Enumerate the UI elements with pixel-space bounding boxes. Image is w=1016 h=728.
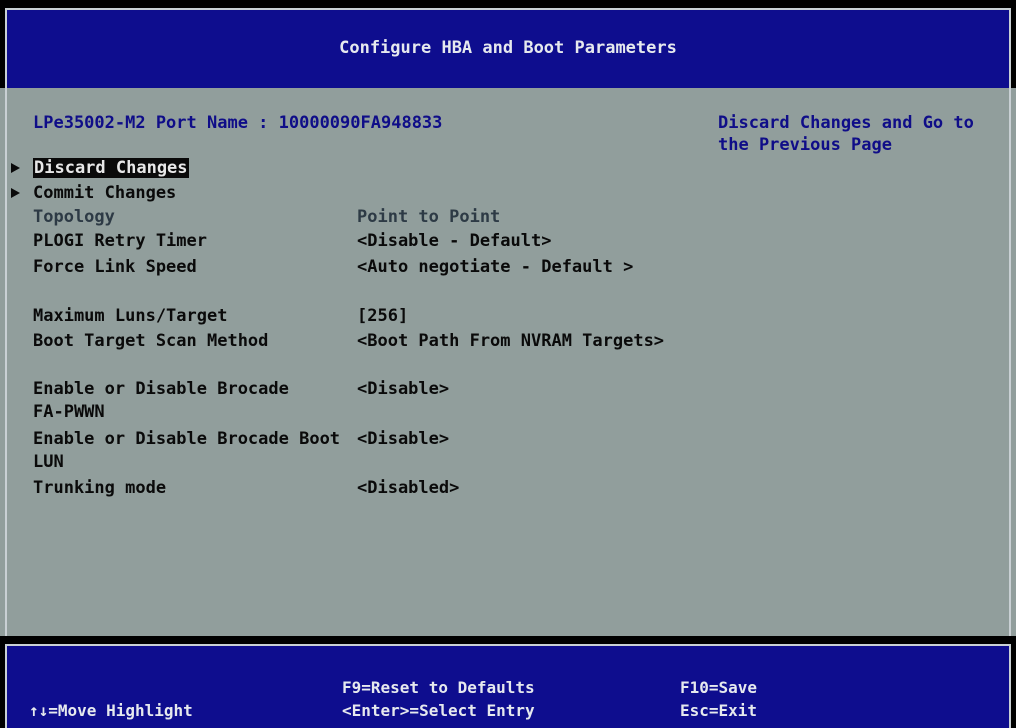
footer: ↑↓=Move Highlight F9=Reset to Defaults <… bbox=[0, 636, 1016, 728]
maximum-luns-input[interactable]: [256] bbox=[357, 305, 408, 327]
boot-target-scan-label: Boot Target Scan Method bbox=[33, 331, 269, 351]
force-link-speed-select[interactable]: <Auto negotiate - Default > bbox=[357, 256, 633, 278]
reset-defaults-hint: F9=Reset to Defaults bbox=[342, 678, 535, 697]
page-title: Configure HBA and Boot Parameters bbox=[339, 38, 677, 58]
save-hint: F10=Save bbox=[680, 678, 758, 697]
submenu-arrow-icon bbox=[11, 163, 20, 173]
select-entry-hint: <Enter>=Select Entry bbox=[342, 701, 535, 720]
maximum-luns-label: Maximum Luns/Target bbox=[33, 306, 228, 326]
plogi-retry-timer-select[interactable]: <Disable - Default> bbox=[357, 230, 551, 252]
commit-changes-item[interactable]: Commit Changes bbox=[33, 182, 176, 204]
help-text: Discard Changes and Go to the Previous P… bbox=[718, 113, 974, 155]
boot-target-scan-select[interactable]: <Boot Path From NVRAM Targets> bbox=[357, 330, 664, 352]
plogi-retry-timer-label: PLOGI Retry Timer bbox=[33, 231, 207, 251]
boot-lun-label-line2: LUN bbox=[33, 452, 64, 472]
submenu-arrow-icon bbox=[11, 188, 20, 198]
trunking-mode-select[interactable]: <Disabled> bbox=[357, 477, 459, 499]
exit-hint: Esc=Exit bbox=[680, 701, 758, 720]
topology-label: Topology bbox=[33, 207, 115, 227]
move-highlight-hint: ↑↓=Move Highlight bbox=[29, 701, 193, 720]
fa-pwwn-select[interactable]: <Disable> bbox=[357, 378, 449, 400]
trunking-mode-label: Trunking mode bbox=[33, 478, 167, 498]
boot-lun-select[interactable]: <Disable> bbox=[357, 428, 449, 450]
force-link-speed-label: Force Link Speed bbox=[33, 257, 197, 277]
header: Configure HBA and Boot Parameters bbox=[0, 0, 1016, 88]
bios-screen: Configure HBA and Boot Parameters LPe350… bbox=[0, 0, 1016, 728]
boot-lun-label-line1: Enable or Disable Brocade Boot bbox=[33, 429, 341, 449]
topology-value: Point to Point bbox=[357, 207, 501, 227]
discard-changes-item[interactable]: Discard Changes bbox=[33, 157, 189, 179]
port-name: LPe35002-M2 Port Name : 10000090FA948833 bbox=[33, 113, 443, 133]
fa-pwwn-label-line1: Enable or Disable Brocade bbox=[33, 379, 289, 399]
footer-bar: ↑↓=Move Highlight F9=Reset to Defaults <… bbox=[5, 644, 1011, 728]
title-bar: Configure HBA and Boot Parameters bbox=[5, 8, 1011, 88]
discard-changes-label: Discard Changes bbox=[33, 158, 189, 178]
fa-pwwn-label-line2: FA-PWWN bbox=[33, 402, 105, 422]
